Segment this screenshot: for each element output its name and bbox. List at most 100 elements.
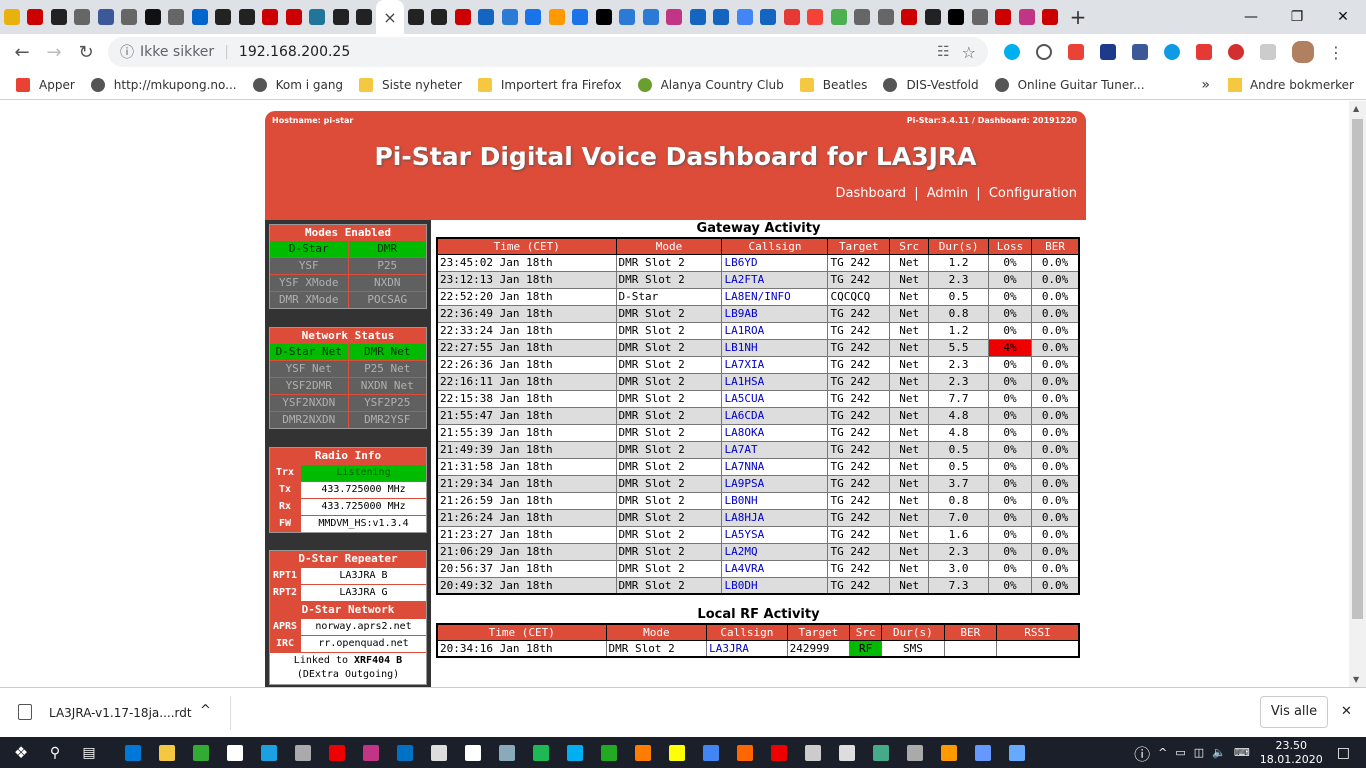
- skype-icon[interactable]: [1004, 44, 1020, 60]
- callsign-link[interactable]: LA8OKA: [721, 423, 829, 442]
- column-header[interactable]: Mode: [605, 623, 708, 641]
- tab[interactable]: [851, 0, 875, 34]
- minimize-button[interactable]: —: [1228, 9, 1274, 25]
- bookmark-item[interactable]: Beatles: [799, 77, 867, 92]
- callsign-link[interactable]: LB0DH: [721, 576, 829, 595]
- info-icon[interactable]: ⓘ: [120, 42, 134, 62]
- app-taskbar-button[interactable]: [936, 740, 962, 766]
- restore-button[interactable]: ❐: [1274, 9, 1320, 25]
- disk-taskbar-button[interactable]: [868, 740, 894, 766]
- tab[interactable]: [616, 0, 640, 34]
- tab[interactable]: [1015, 0, 1039, 34]
- column-header[interactable]: Callsign: [706, 623, 788, 641]
- forward-button[interactable]: →: [38, 42, 70, 63]
- bookmark-item[interactable]: DIS-Vestfold: [883, 77, 979, 92]
- tab[interactable]: [733, 0, 757, 34]
- column-header[interactable]: BER: [1031, 237, 1080, 255]
- column-header[interactable]: Time (CET): [436, 237, 617, 255]
- column-header[interactable]: Loss: [987, 237, 1033, 255]
- tab[interactable]: [592, 0, 616, 34]
- tab[interactable]: [945, 0, 969, 34]
- column-header[interactable]: Time (CET): [436, 623, 607, 641]
- bookmark-item[interactable]: Importert fra Firefox: [477, 77, 622, 92]
- scrollbar-thumb[interactable]: [1352, 119, 1363, 619]
- media-taskbar-button[interactable]: [290, 740, 316, 766]
- task-view-icon[interactable]: ▤: [76, 740, 102, 766]
- callsign-link[interactable]: LB9AB: [721, 304, 829, 323]
- notifications-icon[interactable]: □: [1337, 745, 1350, 761]
- close-download-bar-icon[interactable]: ✕: [1341, 704, 1352, 719]
- firefox-taskbar-button[interactable]: [732, 740, 758, 766]
- callsign-link[interactable]: LB6YD: [721, 253, 829, 272]
- tab[interactable]: [451, 0, 475, 34]
- emoji-taskbar-button[interactable]: [664, 740, 690, 766]
- volume-icon[interactable]: 🔈: [1212, 746, 1226, 759]
- bookmark-item[interactable]: http://mkupong.no...: [90, 77, 237, 92]
- tab[interactable]: [329, 0, 353, 34]
- tab[interactable]: [0, 0, 24, 34]
- bookmark-item[interactable]: Siste nyheter: [359, 77, 462, 92]
- callsign-link[interactable]: LA5CUA: [721, 389, 829, 408]
- page-scrollbar[interactable]: ▲ ▼: [1349, 101, 1366, 687]
- tab[interactable]: [686, 0, 710, 34]
- tab[interactable]: [757, 0, 781, 34]
- address-bar[interactable]: ⓘ Ikke sikker | 192.168.200.25 ☷ ☆: [108, 37, 988, 67]
- column-header[interactable]: Dur(s): [928, 237, 989, 255]
- nav-configuration-link[interactable]: Configuration: [989, 186, 1077, 201]
- tab[interactable]: [306, 0, 330, 34]
- tab[interactable]: [874, 0, 898, 34]
- scroll-up-icon[interactable]: ▲: [1353, 104, 1359, 113]
- column-header[interactable]: Src: [889, 237, 930, 255]
- callsign-link[interactable]: LA6CDA: [721, 406, 829, 425]
- photos-taskbar-button[interactable]: [188, 740, 214, 766]
- reading-list-icon[interactable]: [1260, 44, 1276, 60]
- column-header[interactable]: Src: [849, 623, 883, 641]
- menu-dots-icon[interactable]: ⋮: [1328, 43, 1344, 62]
- network-icon[interactable]: ◫: [1194, 746, 1204, 759]
- tab[interactable]: [569, 0, 593, 34]
- tab[interactable]: [475, 0, 499, 34]
- tab[interactable]: [188, 0, 212, 34]
- scroll-down-icon[interactable]: ▼: [1353, 675, 1359, 684]
- settings-taskbar-button[interactable]: [426, 740, 452, 766]
- tab[interactable]: [428, 0, 452, 34]
- onedrive-icon[interactable]: [1164, 44, 1180, 60]
- app-taskbar-button[interactable]: [902, 740, 928, 766]
- extension-icon[interactable]: [1196, 44, 1212, 60]
- tab[interactable]: [663, 0, 687, 34]
- download-filename[interactable]: LA3JRA-v1.17-18ja....rdt: [49, 706, 192, 720]
- nav-admin-link[interactable]: Admin: [927, 186, 968, 201]
- callsign-link[interactable]: LA9PSA: [721, 474, 829, 493]
- new-tab-button[interactable]: +: [1062, 5, 1094, 29]
- tab[interactable]: [165, 0, 189, 34]
- callsign-link[interactable]: LB1NH: [721, 338, 829, 357]
- callsign-link[interactable]: LA2FTA: [721, 270, 829, 289]
- tab[interactable]: [259, 0, 283, 34]
- tab[interactable]: [968, 0, 992, 34]
- translate-icon[interactable]: ☷: [937, 44, 950, 60]
- tab[interactable]: [212, 0, 236, 34]
- show-all-button[interactable]: Vis alle: [1260, 696, 1328, 728]
- profile-avatar[interactable]: [1292, 41, 1314, 63]
- tab[interactable]: [522, 0, 546, 34]
- chevron-up-icon[interactable]: ^: [200, 703, 211, 718]
- column-header[interactable]: Dur(s): [881, 623, 945, 641]
- illustrator-taskbar-button[interactable]: [630, 740, 656, 766]
- tab[interactable]: [992, 0, 1016, 34]
- back-button[interactable]: ←: [6, 42, 38, 63]
- tab[interactable]: [282, 0, 306, 34]
- more-bookmarks-button[interactable]: »: [1201, 77, 1210, 93]
- callsign-link[interactable]: LA3JRA: [706, 639, 788, 658]
- callsign-link[interactable]: LA1ROA: [721, 321, 829, 340]
- callsign-link[interactable]: LA4VRA: [721, 559, 829, 578]
- callsign-link[interactable]: LA2MQ: [721, 542, 829, 561]
- instagram-taskbar-button[interactable]: [358, 740, 384, 766]
- file-explorer-taskbar-button[interactable]: [154, 740, 180, 766]
- tab[interactable]: [710, 0, 734, 34]
- chrome-taskbar-button[interactable]: [698, 740, 724, 766]
- opera-taskbar-button[interactable]: [324, 740, 350, 766]
- terminal-taskbar-button[interactable]: [596, 740, 622, 766]
- tab[interactable]: [118, 0, 142, 34]
- tab[interactable]: [898, 0, 922, 34]
- tab[interactable]: [827, 0, 851, 34]
